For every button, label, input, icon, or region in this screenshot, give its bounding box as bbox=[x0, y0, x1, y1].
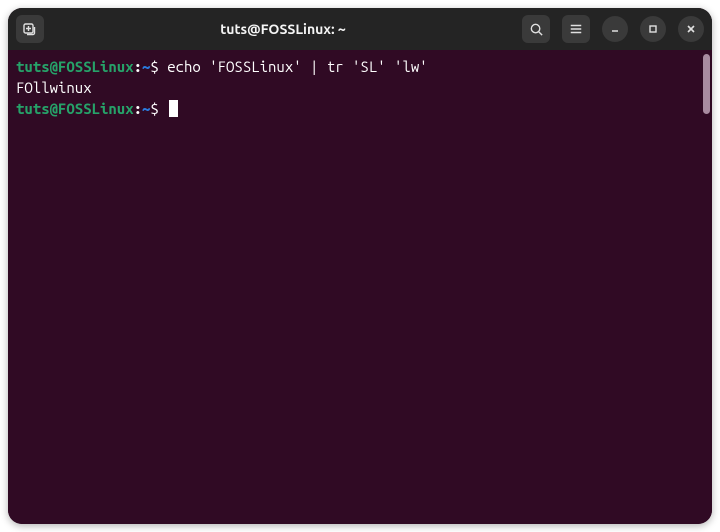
command-text: echo 'FOSSLinux' | tr 'SL' 'lw' bbox=[167, 58, 427, 75]
cursor bbox=[169, 100, 178, 117]
minimize-button[interactable] bbox=[602, 16, 628, 42]
terminal-line: tuts@FOSSLinux:~$ echo 'FOSSLinux' | tr … bbox=[16, 56, 704, 77]
search-button[interactable] bbox=[522, 15, 550, 43]
maximize-button[interactable] bbox=[640, 16, 666, 42]
scrollbar[interactable] bbox=[703, 54, 710, 114]
terminal-line: FOllwinux bbox=[16, 77, 704, 98]
close-icon bbox=[685, 23, 697, 35]
prompt-user-host: tuts@FOSSLinux bbox=[16, 100, 134, 117]
prompt-dollar: $ bbox=[150, 58, 167, 75]
terminal-window: tuts@FOSSLinux: ~ bbox=[8, 8, 712, 524]
prompt-dollar: $ bbox=[150, 100, 167, 117]
hamburger-icon bbox=[569, 22, 583, 36]
prompt-colon: : bbox=[134, 58, 142, 75]
menu-button[interactable] bbox=[562, 15, 590, 43]
search-icon bbox=[529, 22, 544, 37]
maximize-icon bbox=[647, 23, 659, 35]
titlebar: tuts@FOSSLinux: ~ bbox=[8, 8, 712, 50]
prompt-user-host: tuts@FOSSLinux bbox=[16, 58, 134, 75]
terminal-line: tuts@FOSSLinux:~$ bbox=[16, 98, 704, 119]
output-text: FOllwinux bbox=[16, 79, 92, 96]
close-button[interactable] bbox=[678, 16, 704, 42]
prompt-colon: : bbox=[134, 100, 142, 117]
new-tab-button[interactable] bbox=[16, 15, 44, 43]
window-title: tuts@FOSSLinux: ~ bbox=[52, 21, 514, 37]
minimize-icon bbox=[609, 23, 621, 35]
terminal-content[interactable]: tuts@FOSSLinux:~$ echo 'FOSSLinux' | tr … bbox=[8, 50, 712, 524]
new-tab-icon bbox=[22, 21, 38, 37]
